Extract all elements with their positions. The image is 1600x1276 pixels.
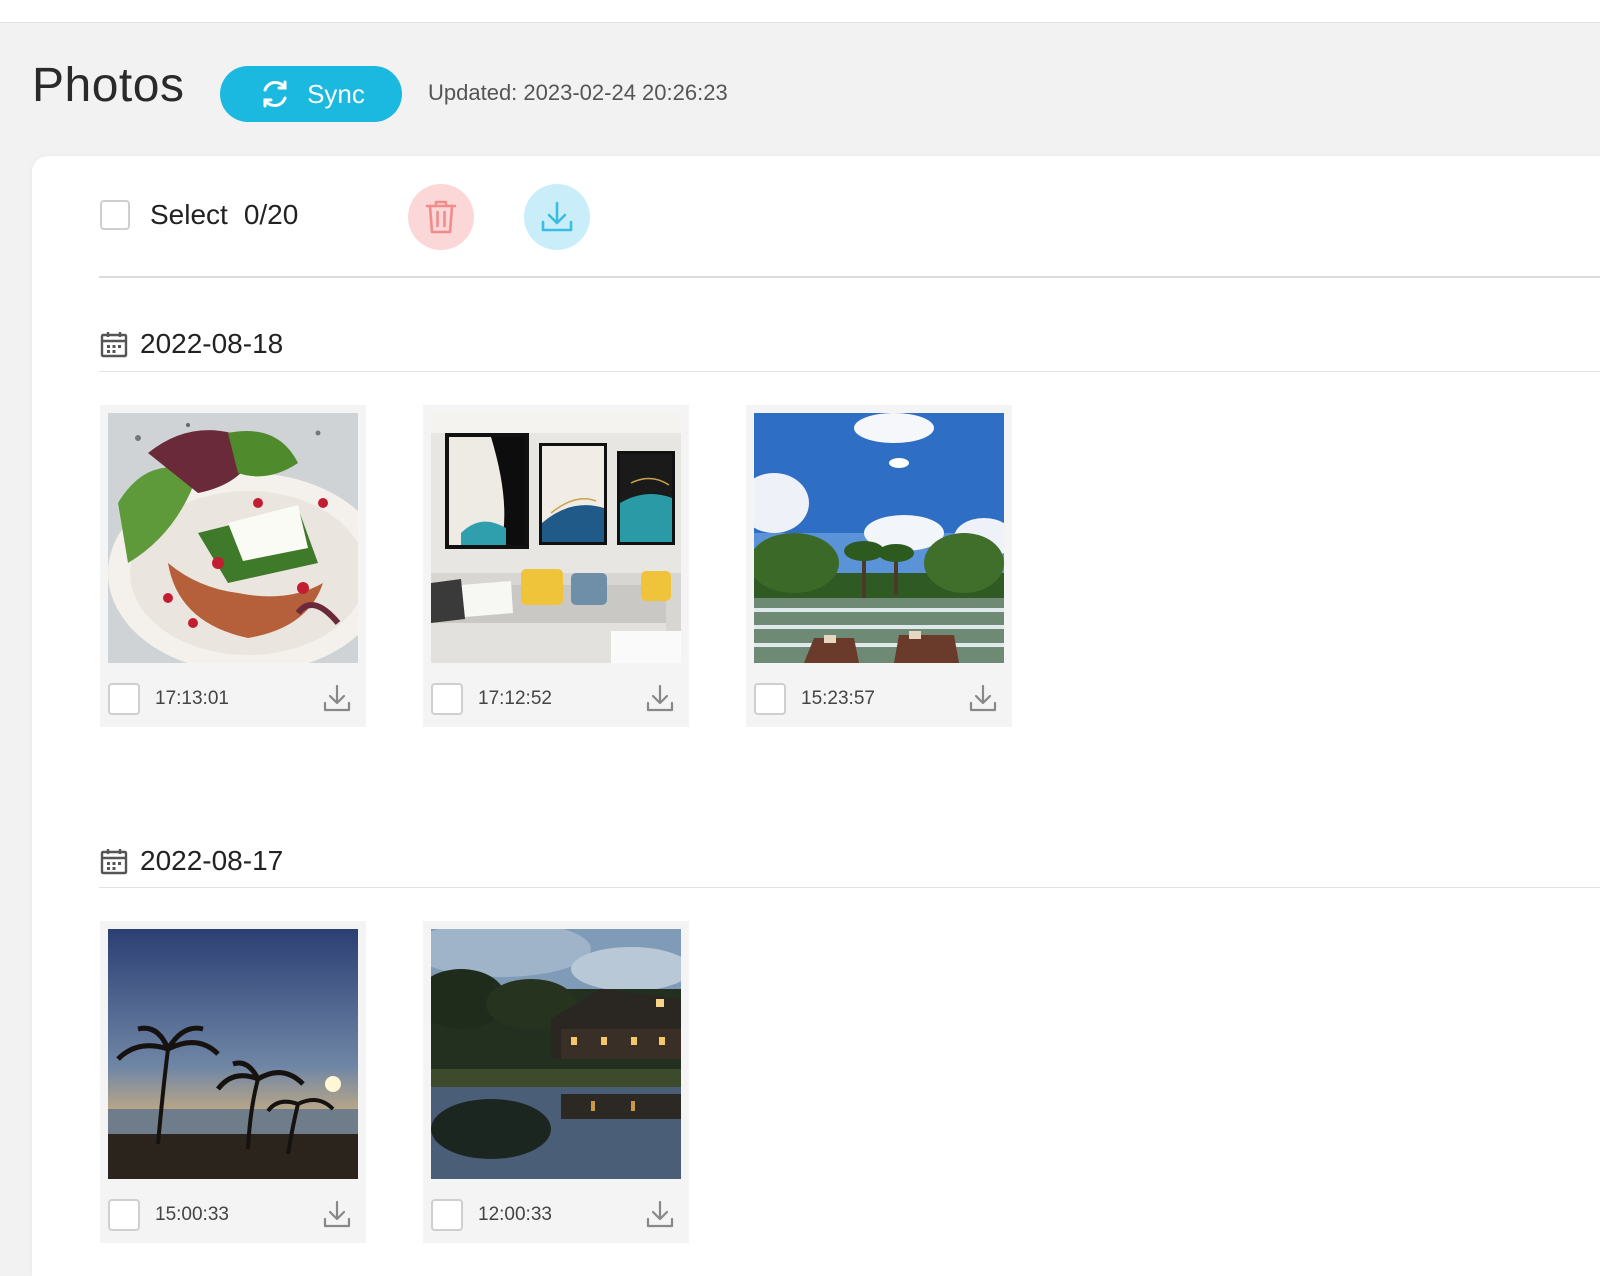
select-count: 0/20 [243,199,299,230]
download-icon[interactable] [968,683,998,713]
date-divider [99,371,1600,372]
photo-time: 12:00:33 [478,1204,552,1225]
photo-checkbox[interactable] [431,683,463,715]
sync-button[interactable]: Sync [220,66,402,122]
photo-checkbox[interactable] [431,1199,463,1231]
photo-checkbox[interactable] [108,683,140,715]
photo-checkbox[interactable] [108,1199,140,1231]
group-date: 2022-08-17 [140,845,284,876]
calendar-icon [100,849,128,875]
photo-card: 17:12:52 [423,405,689,727]
photo-card: 15:00:33 [100,921,366,1243]
group-date: 2022-08-18 [140,328,284,359]
photo-thumbnail-lake-house[interactable] [431,929,681,1179]
photo-time: 17:12:52 [478,688,552,709]
download-icon[interactable] [645,1199,675,1229]
select-all-checkbox[interactable] [100,200,130,230]
sync-label: Sync [307,78,365,109]
photo-card: 17:13:01 [100,405,366,727]
delete-button[interactable] [408,184,474,250]
photo-thumbnail-sunset-palms[interactable] [108,929,358,1179]
photo-thumbnail-salad[interactable] [108,413,358,663]
photo-time: 15:23:57 [801,688,875,709]
page-title: Photos [32,59,185,112]
download-icon[interactable] [322,1199,352,1229]
photo-thumbnail-living-room[interactable] [431,413,681,663]
top-bar [0,0,1600,23]
trash-icon [425,200,457,234]
sync-icon [263,80,287,108]
last-updated-text: Updated: 2023-02-24 20:26:23 [428,80,728,105]
download-icon[interactable] [645,683,675,713]
photo-card: 15:23:57 [746,405,1012,727]
date-group-header: 2022-08-17 [100,845,283,877]
photo-card: 12:00:33 [423,921,689,1243]
select-label: Select [150,199,228,230]
download-selected-button[interactable] [524,184,590,250]
date-divider [99,887,1600,888]
calendar-icon [100,332,128,358]
photo-time: 15:00:33 [155,1204,229,1225]
toolbar-divider [99,276,1600,278]
photo-checkbox[interactable] [754,683,786,715]
date-group-header: 2022-08-18 [100,328,283,360]
photo-time: 17:13:01 [155,688,229,709]
photo-thumbnail-resort-pool[interactable] [754,413,1004,663]
download-icon [541,201,573,232]
selection-toolbar: Select 0/20 [100,183,298,247]
download-icon[interactable] [322,683,352,713]
